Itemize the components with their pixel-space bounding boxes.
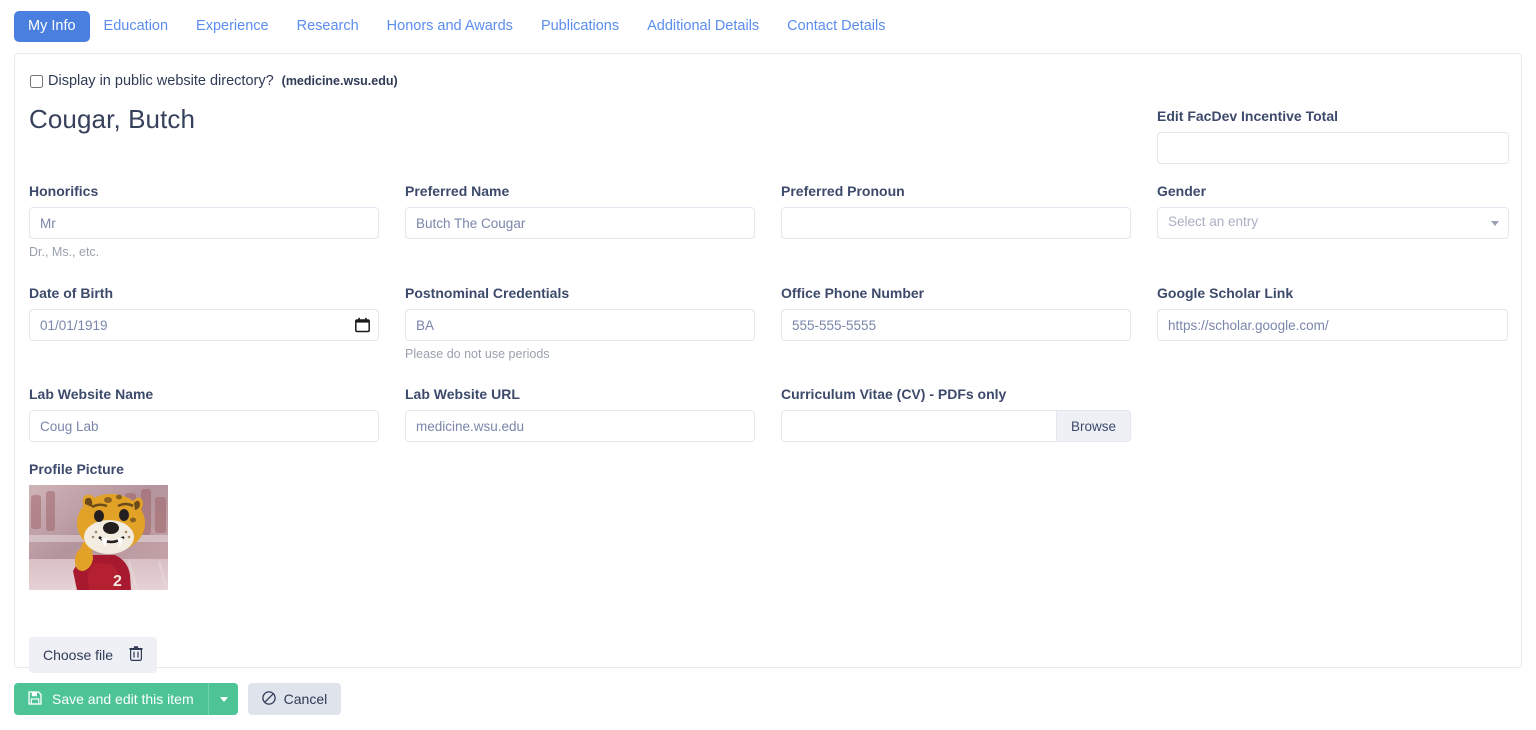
save-and-edit-button[interactable]: Save and edit this item [14,683,208,715]
ban-icon [261,690,276,708]
postnominal-credentials-label: Postnominal Credentials [405,285,570,301]
profile-picture-thumbnail: 2 [29,485,168,590]
lab-website-name-label: Lab Website Name [29,386,154,402]
profile-picture-label: Profile Picture [29,461,124,477]
field-gender: Gender Select an entry [1157,183,1509,239]
tab-my-info[interactable]: My Info [14,10,90,43]
preferred-pronoun-input[interactable] [781,207,1131,239]
field-google-scholar-link: Google Scholar Link [1157,285,1509,341]
field-lab-website-name: Lab Website Name [29,386,379,442]
office-phone-number-label: Office Phone Number [781,285,925,301]
honorifics-input[interactable] [29,207,379,239]
google-scholar-link-label: Google Scholar Link [1157,285,1294,301]
lab-website-url-label: Lab Website URL [405,386,520,402]
tab-honors-and-awards[interactable]: Honors and Awards [373,11,527,42]
preferred-name-input[interactable] [405,207,755,239]
field-lab-website-url: Lab Website URL [405,386,755,442]
form-actions: Save and edit this item Cancel [14,683,342,715]
honorifics-help-text: Dr., Ms., etc. [29,245,100,259]
field-honorifics: Honorifics Dr., Ms., etc. [29,183,379,259]
tab-publications[interactable]: Publications [527,11,633,42]
curriculum-vitae-path-input[interactable] [781,410,1056,442]
date-of-birth-wrapper [29,309,379,341]
save-options-dropdown-button[interactable] [207,683,238,715]
chevron-down-icon [1491,221,1499,226]
tab-additional-details[interactable]: Additional Details [633,11,773,42]
tab-experience[interactable]: Experience [182,11,283,42]
office-phone-number-input[interactable] [781,309,1131,341]
cancel-label: Cancel [283,691,328,707]
tab-bar: My Info Education Experience Research Ho… [0,0,1536,53]
choose-file-label: Choose file [43,647,114,663]
save-disk-icon [28,690,42,708]
svg-text:2: 2 [113,573,122,590]
tab-research[interactable]: Research [283,11,373,42]
facdev-incentive-total-input[interactable] [1157,132,1509,164]
postnominal-credentials-input[interactable] [405,309,755,341]
save-and-edit-label: Save and edit this item [52,691,194,707]
gender-select[interactable]: Select an entry [1157,207,1509,239]
honorifics-label: Honorifics [29,183,99,199]
my-info-form-card: Display in public website directory? (me… [14,53,1523,673]
trash-icon[interactable] [129,646,143,664]
gender-label: Gender [1157,183,1207,199]
date-of-birth-label: Date of Birth [29,285,113,301]
field-postnominal-credentials: Postnominal Credentials Please do not us… [405,285,755,361]
lab-website-name-input[interactable] [29,410,379,442]
postnominal-credentials-help-text: Please do not use periods [405,347,550,361]
tab-contact-details[interactable]: Contact Details [773,11,899,42]
preferred-pronoun-label: Preferred Pronoun [781,183,905,199]
field-preferred-pronoun: Preferred Pronoun [781,183,1131,239]
form-grid: Edit FacDev Incentive Total Honorifics D… [15,54,1523,673]
field-office-phone-number: Office Phone Number [781,285,1131,341]
gender-select-wrapper: Select an entry [1157,207,1509,239]
date-of-birth-input[interactable] [29,309,379,341]
curriculum-vitae-browse-button[interactable]: Browse [1055,410,1131,442]
chevron-down-icon [219,697,228,702]
save-button-group: Save and edit this item [14,683,238,715]
curriculum-vitae-label: Curriculum Vitae (CV) - PDFs only [781,386,1007,402]
lab-website-url-input[interactable] [405,410,755,442]
profile-picture-choose-file-button[interactable]: Choose file [29,637,158,673]
field-preferred-name: Preferred Name [405,183,755,239]
cancel-button[interactable]: Cancel [247,683,342,715]
field-profile-picture: Profile Picture 2 Choose file [29,461,389,673]
google-scholar-link-input[interactable] [1157,309,1508,341]
field-curriculum-vitae: Curriculum Vitae (CV) - PDFs only Browse [781,386,1131,442]
preferred-name-label: Preferred Name [405,183,510,199]
field-facdev-incentive-total: Edit FacDev Incentive Total [1157,108,1509,164]
facdev-incentive-total-label: Edit FacDev Incentive Total [1157,108,1339,124]
curriculum-vitae-file-group: Browse [781,410,1131,442]
tab-education[interactable]: Education [90,11,183,42]
field-date-of-birth: Date of Birth [29,285,379,341]
